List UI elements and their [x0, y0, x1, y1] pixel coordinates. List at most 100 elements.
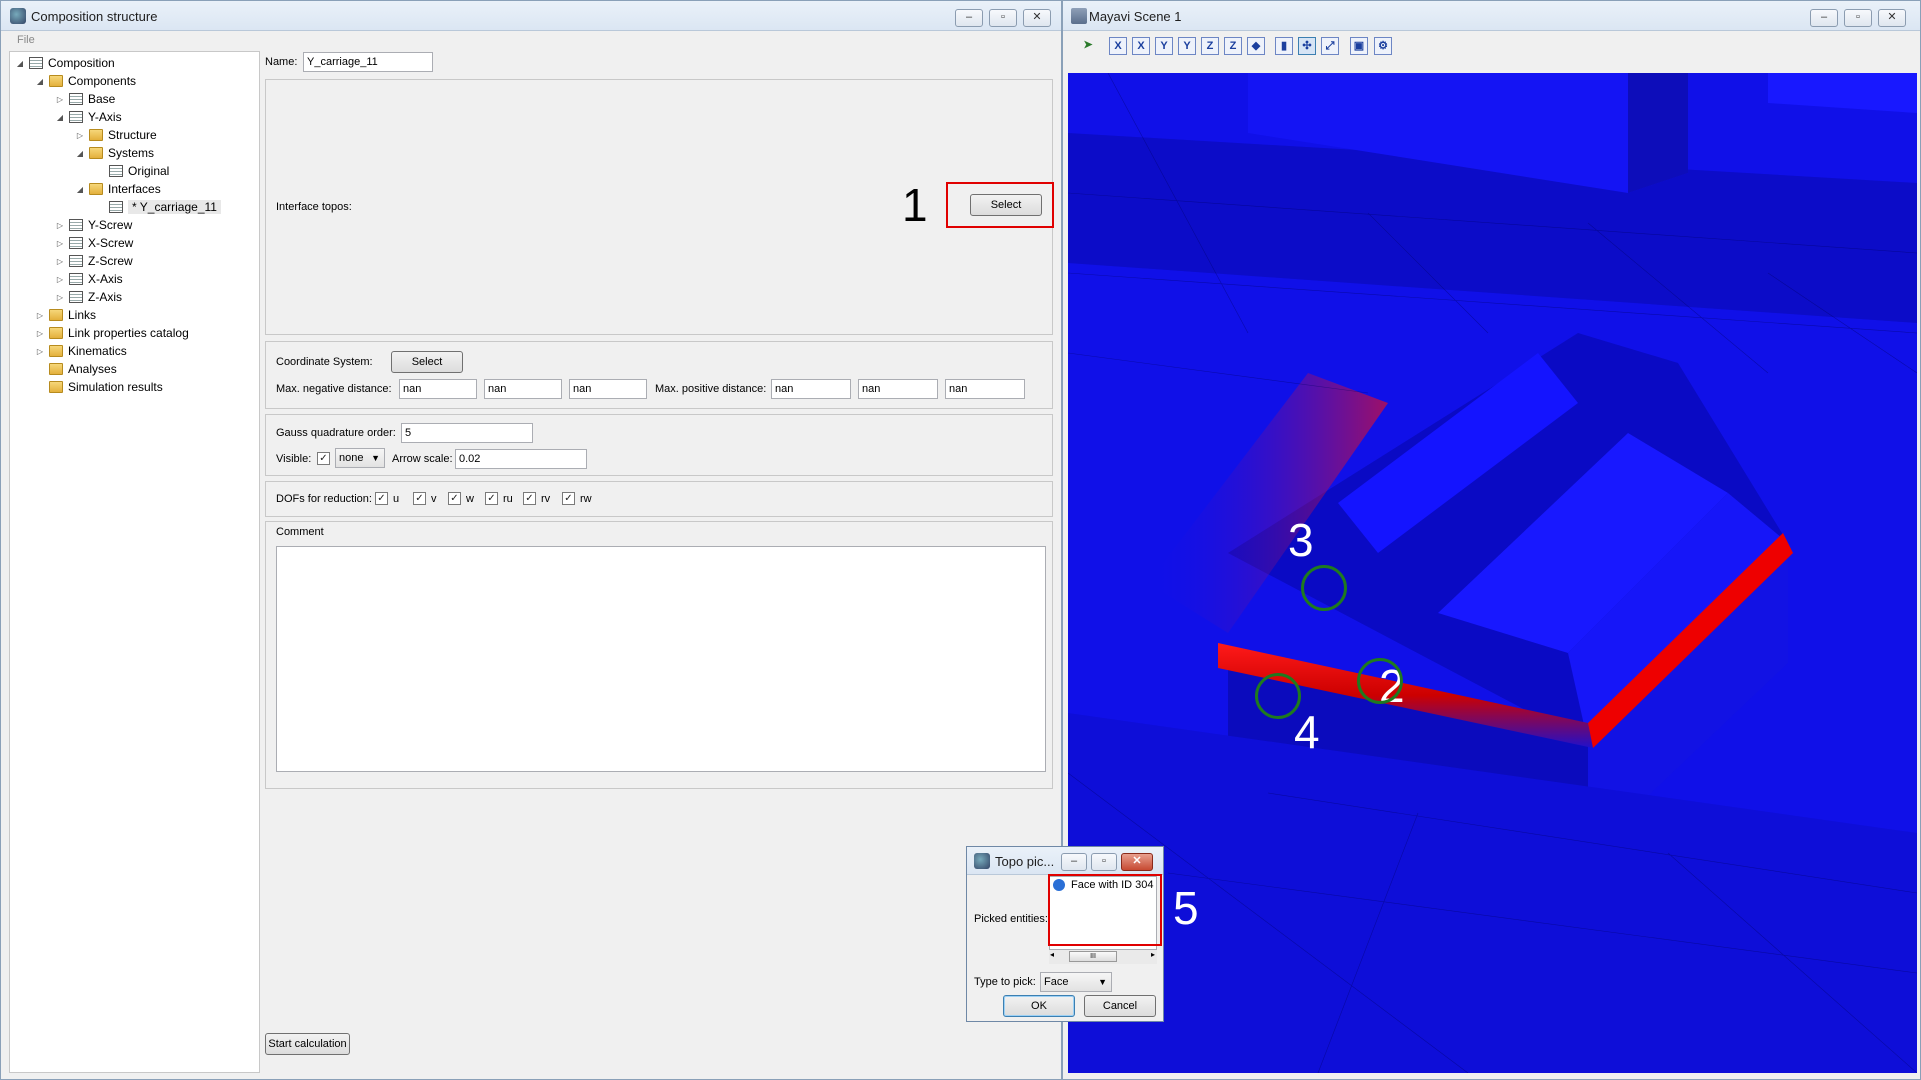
tree-item-label: Components: [68, 74, 137, 88]
expand-icon[interactable]: ▷: [34, 347, 46, 356]
annotation-box-5: [1048, 874, 1162, 946]
tree-item[interactable]: ◢ Composition: [14, 54, 115, 72]
coord-system-select-button[interactable]: Select: [391, 351, 463, 373]
marker-circle-4: [1255, 673, 1301, 719]
tree-item[interactable]: Simulation results: [34, 378, 163, 396]
dof-checkbox-w[interactable]: ✓: [448, 492, 461, 505]
max-pos-input-1[interactable]: nan: [771, 379, 851, 399]
expand-icon[interactable]: ▷: [74, 131, 86, 140]
close-button[interactable]: ✕: [1121, 853, 1153, 871]
expand-icon[interactable]: ▷: [34, 311, 46, 320]
collapse-icon[interactable]: ◢: [54, 113, 66, 122]
name-input[interactable]: Y_carriage_11: [303, 52, 433, 72]
y-view-neg-icon[interactable]: Y: [1178, 37, 1196, 55]
tree-item[interactable]: ▷ Link properties catalog: [34, 324, 189, 342]
close-button[interactable]: ✕: [1023, 9, 1051, 27]
visible-checkbox[interactable]: ✓: [317, 452, 330, 465]
tree-item[interactable]: ▷ Z-Axis: [54, 288, 122, 306]
gauss-input[interactable]: 5: [401, 423, 533, 443]
minimize-button[interactable]: –: [955, 9, 983, 27]
parallel-projection-icon[interactable]: ▮: [1275, 37, 1293, 55]
ok-button[interactable]: OK: [1003, 995, 1075, 1017]
menu-file[interactable]: File: [17, 34, 35, 46]
dof-checkbox-rv[interactable]: ✓: [523, 492, 536, 505]
comment-label: Comment: [276, 526, 324, 538]
max-neg-input-3[interactable]: nan: [569, 379, 647, 399]
scroll-left-icon[interactable]: ◂: [1050, 950, 1054, 959]
interface-topos-label: Interface topos:: [276, 201, 352, 213]
marker-circle-3: [1301, 565, 1347, 611]
max-neg-input-1[interactable]: nan: [399, 379, 477, 399]
tree-item[interactable]: * Y_carriage_11: [94, 198, 221, 216]
x-view-icon[interactable]: X: [1109, 37, 1127, 55]
collapse-icon[interactable]: ◢: [14, 59, 26, 68]
expand-icon[interactable]: ▷: [54, 293, 66, 302]
start-calculation-button[interactable]: Start calculation: [265, 1033, 350, 1055]
tree-item[interactable]: ▷ Structure: [74, 126, 157, 144]
z-view-icon[interactable]: Z: [1201, 37, 1219, 55]
expand-icon[interactable]: ▷: [54, 275, 66, 284]
max-pos-input-2[interactable]: nan: [858, 379, 938, 399]
collapse-icon[interactable]: ◢: [34, 77, 46, 86]
x-view-neg-icon[interactable]: X: [1132, 37, 1150, 55]
tree-item[interactable]: ▷ X-Axis: [54, 270, 123, 288]
tree-item[interactable]: ◢ Components: [34, 72, 136, 90]
tree-item[interactable]: ◢ Y-Axis: [54, 108, 122, 126]
expand-icon[interactable]: ▷: [34, 329, 46, 338]
tree-item[interactable]: Analyses: [34, 360, 117, 378]
visible-dropdown[interactable]: none ▼: [335, 448, 385, 468]
tree-item[interactable]: ▷ Base: [54, 90, 115, 108]
axes-indicator-icon[interactable]: ✣: [1298, 37, 1316, 55]
pointer-icon[interactable]: ➤: [1079, 37, 1097, 55]
arrow-scale-input[interactable]: 0.02: [455, 449, 587, 469]
tree-item[interactable]: Original: [94, 162, 169, 180]
tree-item[interactable]: ▷ Kinematics: [34, 342, 127, 360]
settings-icon[interactable]: ⚙: [1374, 37, 1392, 55]
collapse-icon[interactable]: ◢: [74, 185, 86, 194]
maximize-button[interactable]: ▫: [989, 9, 1017, 27]
dof-checkbox-rw[interactable]: ✓: [562, 492, 575, 505]
close-button[interactable]: ✕: [1878, 9, 1906, 27]
minimize-button[interactable]: –: [1810, 9, 1838, 27]
fullscreen-icon[interactable]: ⤢: [1321, 37, 1339, 55]
save-icon[interactable]: ▣: [1350, 37, 1368, 55]
expand-icon[interactable]: ▷: [54, 239, 66, 248]
maximize-button[interactable]: ▫: [1091, 853, 1117, 871]
iso-view-icon[interactable]: ◆: [1247, 37, 1265, 55]
dofs-label: DOFs for reduction:: [276, 493, 372, 505]
minimize-button[interactable]: –: [1061, 853, 1087, 871]
list-horizontal-scrollbar[interactable]: ◂ III ▸: [1049, 950, 1157, 964]
z-view-neg-icon[interactable]: Z: [1224, 37, 1242, 55]
scroll-thumb[interactable]: III: [1069, 951, 1117, 962]
comment-textarea[interactable]: [276, 546, 1046, 772]
document-icon: [69, 255, 83, 267]
dof-label: w: [466, 493, 474, 505]
dof-checkbox-ru[interactable]: ✓: [485, 492, 498, 505]
tree-item[interactable]: ▷ Z-Screw: [54, 252, 133, 270]
y-view-icon[interactable]: Y: [1155, 37, 1173, 55]
chevron-down-icon: ▼: [1098, 977, 1107, 987]
window-title: Mayavi Scene 1: [1089, 9, 1182, 24]
expand-icon[interactable]: ▷: [54, 221, 66, 230]
coord-system-label: Coordinate System:: [276, 356, 373, 368]
max-neg-input-2[interactable]: nan: [484, 379, 562, 399]
collapse-icon[interactable]: ◢: [74, 149, 86, 158]
tree-item[interactable]: ▷ Links: [34, 306, 96, 324]
scroll-right-icon[interactable]: ▸: [1151, 950, 1155, 959]
tree-item-label: * Y_carriage_11: [128, 200, 221, 214]
tree-item[interactable]: ▷ Y-Screw: [54, 216, 132, 234]
tree-item[interactable]: ▷ X-Screw: [54, 234, 133, 252]
tree-item[interactable]: ◢ Systems: [74, 144, 154, 162]
dofs-group: DOFs for reduction: ✓ u ✓ v ✓ w ✓ ru ✓ rv ✓ rw: [265, 481, 1053, 517]
document-icon: [69, 273, 83, 285]
maximize-button[interactable]: ▫: [1844, 9, 1872, 27]
dof-checkbox-v[interactable]: ✓: [413, 492, 426, 505]
cancel-button[interactable]: Cancel: [1084, 995, 1156, 1017]
document-icon: [109, 165, 123, 177]
tree-item[interactable]: ◢ Interfaces: [74, 180, 161, 198]
expand-icon[interactable]: ▷: [54, 95, 66, 104]
expand-icon[interactable]: ▷: [54, 257, 66, 266]
max-pos-input-3[interactable]: nan: [945, 379, 1025, 399]
dof-checkbox-u[interactable]: ✓: [375, 492, 388, 505]
type-to-pick-dropdown[interactable]: Face ▼: [1040, 972, 1112, 992]
